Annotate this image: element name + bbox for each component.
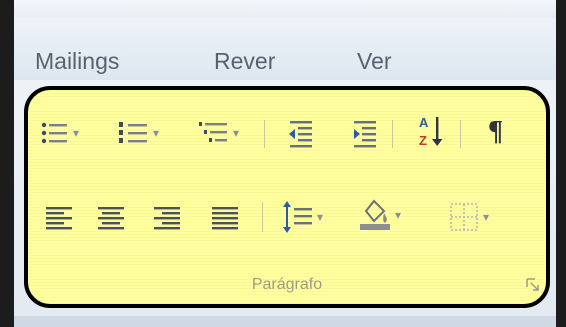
bullets-button[interactable]: ▾ <box>40 116 79 150</box>
decrease-indent-icon <box>289 121 312 148</box>
align-center-icon <box>98 207 124 230</box>
separator <box>264 120 265 148</box>
numbering-button[interactable]: ▾ <box>118 116 159 150</box>
ribbon-bottom-edge <box>14 316 556 327</box>
svg-text:¶: ¶ <box>488 116 503 147</box>
multilevel-list-icon <box>199 122 227 142</box>
separator <box>460 120 461 148</box>
decrease-indent-button[interactable] <box>286 116 316 150</box>
borders-icon <box>450 203 478 231</box>
group-label: Parágrafo <box>251 276 323 293</box>
sort-button[interactable]: A Z <box>416 114 446 148</box>
show-formatting-marks-icon: ¶ <box>488 116 503 147</box>
shading-dropdown-arrow[interactable]: ▾ <box>395 208 401 222</box>
line-spacing-icon <box>283 201 312 233</box>
tab-ver[interactable]: Ver <box>357 48 392 75</box>
shading-icon <box>360 199 390 230</box>
dialog-launcher-icon <box>526 278 539 291</box>
separator <box>392 120 393 148</box>
bullets-dropdown-arrow[interactable]: ▾ <box>73 126 79 140</box>
show-formatting-marks-button[interactable]: ¶ <box>486 114 512 148</box>
tab-mailings[interactable]: Mailings <box>35 48 119 75</box>
borders-button[interactable]: ▾ <box>448 200 489 234</box>
window-frame-right <box>556 0 566 327</box>
svg-text:Z: Z <box>419 133 427 148</box>
paragraph-group: ▾ ▾ ▾ A Z ¶ ▾ ▾ ▾ Parágrafo <box>24 86 550 308</box>
paragraph-dialog-launcher[interactable] <box>526 278 540 292</box>
align-left-icon <box>46 207 72 230</box>
align-left-button[interactable] <box>44 202 74 236</box>
borders-dropdown-arrow[interactable]: ▾ <box>483 210 489 224</box>
increase-indent-button[interactable] <box>350 116 380 150</box>
window-frame-left <box>0 0 14 327</box>
justify-icon <box>212 207 238 230</box>
bullets-icon <box>41 122 67 144</box>
shading-button[interactable]: ▾ <box>358 198 401 232</box>
align-right-button[interactable] <box>152 202 182 236</box>
sort-icon: A Z <box>419 115 443 148</box>
line-spacing-dropdown-arrow[interactable]: ▾ <box>317 210 323 224</box>
numbering-dropdown-arrow[interactable]: ▾ <box>153 126 159 140</box>
tab-rever[interactable]: Rever <box>214 48 275 75</box>
increase-indent-icon <box>354 121 376 148</box>
multilevel-list-button[interactable]: ▾ <box>198 116 239 150</box>
align-center-button[interactable] <box>96 202 126 236</box>
line-spacing-button[interactable]: ▾ <box>282 200 323 234</box>
align-right-icon <box>154 207 180 230</box>
title-strip <box>14 0 556 19</box>
separator <box>262 202 263 232</box>
svg-text:A: A <box>419 115 429 130</box>
numbering-icon <box>119 122 147 143</box>
ribbon-tab-bar: Mailings Rever Ver <box>14 18 556 80</box>
justify-button[interactable] <box>210 202 240 236</box>
multilevel-list-dropdown-arrow[interactable]: ▾ <box>233 126 239 140</box>
